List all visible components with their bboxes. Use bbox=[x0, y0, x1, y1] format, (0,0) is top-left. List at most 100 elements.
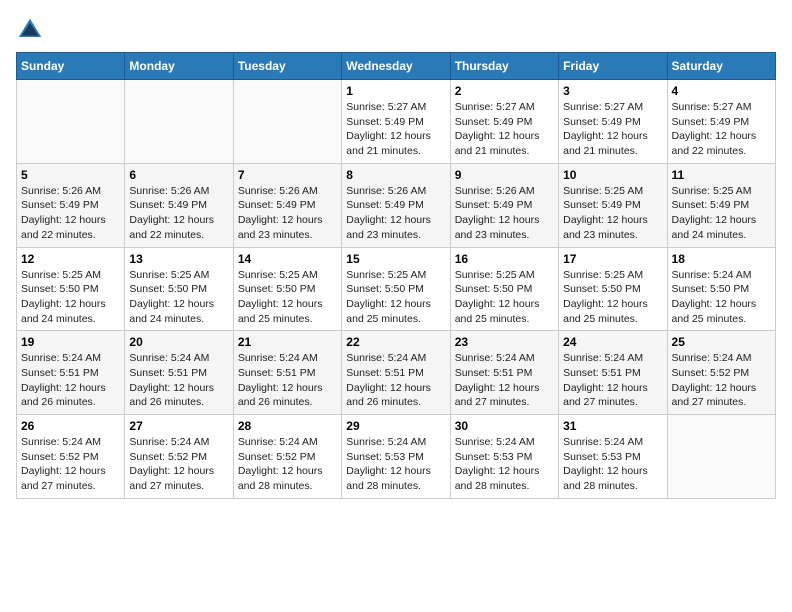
calendar-day-cell: 18 Sunrise: 5:24 AMSunset: 5:50 PMDayligh… bbox=[667, 247, 775, 331]
day-number: 27 bbox=[129, 419, 228, 433]
day-info: Sunrise: 5:24 AMSunset: 5:50 PMDaylight:… bbox=[672, 268, 771, 327]
day-number: 1 bbox=[346, 84, 445, 98]
day-info: Sunrise: 5:25 AMSunset: 5:50 PMDaylight:… bbox=[21, 268, 120, 327]
weekday-header: Saturday bbox=[667, 53, 775, 80]
day-info: Sunrise: 5:24 AMSunset: 5:51 PMDaylight:… bbox=[563, 351, 662, 410]
calendar-day-cell: 23 Sunrise: 5:24 AMSunset: 5:51 PMDayligh… bbox=[450, 331, 558, 415]
day-info: Sunrise: 5:24 AMSunset: 5:52 PMDaylight:… bbox=[21, 435, 120, 494]
calendar-day-cell: 2 Sunrise: 5:27 AMSunset: 5:49 PMDaylight… bbox=[450, 80, 558, 164]
weekday-header: Tuesday bbox=[233, 53, 341, 80]
day-info: Sunrise: 5:24 AMSunset: 5:51 PMDaylight:… bbox=[238, 351, 337, 410]
day-info: Sunrise: 5:25 AMSunset: 5:49 PMDaylight:… bbox=[672, 184, 771, 243]
day-info: Sunrise: 5:26 AMSunset: 5:49 PMDaylight:… bbox=[238, 184, 337, 243]
calendar-day-cell: 12 Sunrise: 5:25 AMSunset: 5:50 PMDayligh… bbox=[17, 247, 125, 331]
day-info: Sunrise: 5:26 AMSunset: 5:49 PMDaylight:… bbox=[129, 184, 228, 243]
calendar-day-cell: 19 Sunrise: 5:24 AMSunset: 5:51 PMDayligh… bbox=[17, 331, 125, 415]
day-info: Sunrise: 5:24 AMSunset: 5:51 PMDaylight:… bbox=[21, 351, 120, 410]
calendar-header-row: SundayMondayTuesdayWednesdayThursdayFrid… bbox=[17, 53, 776, 80]
day-number: 30 bbox=[455, 419, 554, 433]
day-info: Sunrise: 5:24 AMSunset: 5:52 PMDaylight:… bbox=[129, 435, 228, 494]
day-info: Sunrise: 5:25 AMSunset: 5:49 PMDaylight:… bbox=[563, 184, 662, 243]
day-info: Sunrise: 5:26 AMSunset: 5:49 PMDaylight:… bbox=[346, 184, 445, 243]
day-number: 4 bbox=[672, 84, 771, 98]
day-number: 31 bbox=[563, 419, 662, 433]
day-info: Sunrise: 5:25 AMSunset: 5:50 PMDaylight:… bbox=[563, 268, 662, 327]
calendar-day-cell bbox=[17, 80, 125, 164]
calendar-day-cell: 11Sunrise: 5:25 AMSunset: 5:49 PMDayligh… bbox=[667, 163, 775, 247]
day-number: 29 bbox=[346, 419, 445, 433]
day-number: 5 bbox=[21, 168, 120, 182]
day-number: 24 bbox=[563, 335, 662, 349]
day-info: Sunrise: 5:26 AMSunset: 5:49 PMDaylight:… bbox=[455, 184, 554, 243]
calendar-day-cell: 8 Sunrise: 5:26 AMSunset: 5:49 PMDaylight… bbox=[342, 163, 450, 247]
calendar-day-cell: 22 Sunrise: 5:24 AMSunset: 5:51 PMDayligh… bbox=[342, 331, 450, 415]
day-number: 7 bbox=[238, 168, 337, 182]
calendar-day-cell: 4Sunrise: 5:27 AMSunset: 5:49 PMDaylight… bbox=[667, 80, 775, 164]
day-info: Sunrise: 5:25 AMSunset: 5:50 PMDaylight:… bbox=[346, 268, 445, 327]
day-info: Sunrise: 5:24 AMSunset: 5:53 PMDaylight:… bbox=[455, 435, 554, 494]
day-number: 25 bbox=[672, 335, 771, 349]
day-number: 9 bbox=[455, 168, 554, 182]
day-number: 19 bbox=[21, 335, 120, 349]
calendar-day-cell: 14 Sunrise: 5:25 AMSunset: 5:50 PMDayligh… bbox=[233, 247, 341, 331]
calendar-day-cell: 5 Sunrise: 5:26 AMSunset: 5:49 PMDaylight… bbox=[17, 163, 125, 247]
weekday-header: Thursday bbox=[450, 53, 558, 80]
calendar-day-cell: 29 Sunrise: 5:24 AMSunset: 5:53 PMDayligh… bbox=[342, 415, 450, 499]
day-number: 10 bbox=[563, 168, 662, 182]
weekday-header: Monday bbox=[125, 53, 233, 80]
day-info: Sunrise: 5:25 AMSunset: 5:50 PMDaylight:… bbox=[129, 268, 228, 327]
weekday-header: Friday bbox=[559, 53, 667, 80]
calendar-day-cell: 30 Sunrise: 5:24 AMSunset: 5:53 PMDayligh… bbox=[450, 415, 558, 499]
calendar-day-cell: 13 Sunrise: 5:25 AMSunset: 5:50 PMDayligh… bbox=[125, 247, 233, 331]
calendar-day-cell: 25 Sunrise: 5:24 AMSunset: 5:52 PMDayligh… bbox=[667, 331, 775, 415]
calendar-table: SundayMondayTuesdayWednesdayThursdayFrid… bbox=[16, 52, 776, 499]
day-info: Sunrise: 5:24 AMSunset: 5:52 PMDaylight:… bbox=[672, 351, 771, 410]
calendar-week-row: 26Sunrise: 5:24 AMSunset: 5:52 PMDayligh… bbox=[17, 415, 776, 499]
calendar-week-row: 5 Sunrise: 5:26 AMSunset: 5:49 PMDaylight… bbox=[17, 163, 776, 247]
day-info: Sunrise: 5:24 AMSunset: 5:52 PMDaylight:… bbox=[238, 435, 337, 494]
logo bbox=[16, 16, 48, 44]
logo-icon bbox=[16, 16, 44, 44]
day-number: 3 bbox=[563, 84, 662, 98]
calendar-day-cell: 28 Sunrise: 5:24 AMSunset: 5:52 PMDayligh… bbox=[233, 415, 341, 499]
page-header bbox=[16, 16, 776, 44]
calendar-day-cell: 17 Sunrise: 5:25 AMSunset: 5:50 PMDayligh… bbox=[559, 247, 667, 331]
day-number: 22 bbox=[346, 335, 445, 349]
day-info: Sunrise: 5:24 AMSunset: 5:51 PMDaylight:… bbox=[346, 351, 445, 410]
day-number: 14 bbox=[238, 252, 337, 266]
day-info: Sunrise: 5:24 AMSunset: 5:51 PMDaylight:… bbox=[455, 351, 554, 410]
calendar-day-cell: 6 Sunrise: 5:26 AMSunset: 5:49 PMDaylight… bbox=[125, 163, 233, 247]
calendar-day-cell: 26Sunrise: 5:24 AMSunset: 5:52 PMDayligh… bbox=[17, 415, 125, 499]
calendar-day-cell: 9 Sunrise: 5:26 AMSunset: 5:49 PMDaylight… bbox=[450, 163, 558, 247]
day-info: Sunrise: 5:27 AMSunset: 5:49 PMDaylight:… bbox=[346, 100, 445, 159]
day-number: 6 bbox=[129, 168, 228, 182]
day-number: 28 bbox=[238, 419, 337, 433]
calendar-day-cell: 27 Sunrise: 5:24 AMSunset: 5:52 PMDayligh… bbox=[125, 415, 233, 499]
day-number: 17 bbox=[563, 252, 662, 266]
day-number: 13 bbox=[129, 252, 228, 266]
calendar-day-cell: 16Sunrise: 5:25 AMSunset: 5:50 PMDayligh… bbox=[450, 247, 558, 331]
day-number: 8 bbox=[346, 168, 445, 182]
calendar-day-cell: 20 Sunrise: 5:24 AMSunset: 5:51 PMDayligh… bbox=[125, 331, 233, 415]
day-info: Sunrise: 5:24 AMSunset: 5:51 PMDaylight:… bbox=[129, 351, 228, 410]
calendar-week-row: 1 Sunrise: 5:27 AMSunset: 5:49 PMDaylight… bbox=[17, 80, 776, 164]
calendar-day-cell: 3Sunrise: 5:27 AMSunset: 5:49 PMDaylight… bbox=[559, 80, 667, 164]
calendar-day-cell bbox=[667, 415, 775, 499]
day-info: Sunrise: 5:24 AMSunset: 5:53 PMDaylight:… bbox=[346, 435, 445, 494]
day-info: Sunrise: 5:25 AMSunset: 5:50 PMDaylight:… bbox=[238, 268, 337, 327]
day-number: 20 bbox=[129, 335, 228, 349]
calendar-week-row: 12 Sunrise: 5:25 AMSunset: 5:50 PMDayligh… bbox=[17, 247, 776, 331]
day-number: 12 bbox=[21, 252, 120, 266]
day-number: 2 bbox=[455, 84, 554, 98]
calendar-day-cell bbox=[233, 80, 341, 164]
day-number: 18 bbox=[672, 252, 771, 266]
day-info: Sunrise: 5:27 AMSunset: 5:49 PMDaylight:… bbox=[455, 100, 554, 159]
calendar-day-cell bbox=[125, 80, 233, 164]
calendar-day-cell: 31 Sunrise: 5:24 AMSunset: 5:53 PMDayligh… bbox=[559, 415, 667, 499]
day-number: 23 bbox=[455, 335, 554, 349]
calendar-day-cell: 1 Sunrise: 5:27 AMSunset: 5:49 PMDaylight… bbox=[342, 80, 450, 164]
day-info: Sunrise: 5:24 AMSunset: 5:53 PMDaylight:… bbox=[563, 435, 662, 494]
day-info: Sunrise: 5:26 AMSunset: 5:49 PMDaylight:… bbox=[21, 184, 120, 243]
calendar-day-cell: 7 Sunrise: 5:26 AMSunset: 5:49 PMDaylight… bbox=[233, 163, 341, 247]
calendar-week-row: 19 Sunrise: 5:24 AMSunset: 5:51 PMDayligh… bbox=[17, 331, 776, 415]
